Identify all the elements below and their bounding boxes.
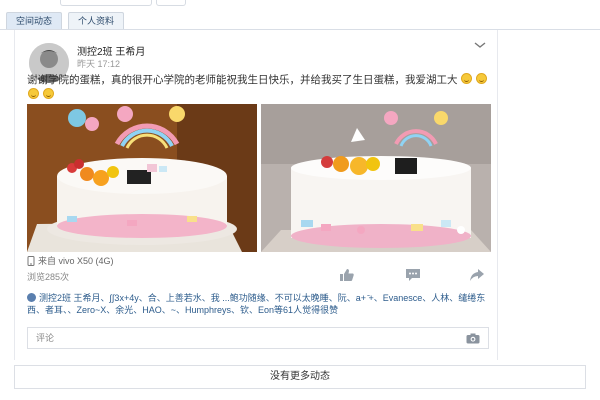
tab-bar: 空间动态 个人资料: [6, 12, 125, 30]
feed-post-card: 测控2班 王希月 昨天 17:12 谢谢学院的蛋糕，真的很开心学院的老师能祝我生…: [14, 30, 498, 360]
tab-space-feed[interactable]: 空间动态: [6, 12, 63, 30]
phone-icon: [27, 255, 35, 266]
top-bar-segment: [60, 0, 152, 6]
post-device: 来自 vivo X50 (4G): [27, 254, 114, 267]
likes-list: 测控2班 王希月、∫∫3x+4y、合、上善若水、我 ...鲍功随缘、不可以太晚睡…: [27, 292, 493, 316]
tab-profile[interactable]: 个人资料: [68, 12, 125, 30]
post-text: 谢谢学院的蛋糕，真的很开心学院的老师能祝我生日快乐，并给我买了生日蛋糕，我爱湖工…: [27, 73, 497, 103]
emoji-icon: [461, 73, 473, 84]
emoji-icon: [28, 88, 39, 99]
cake-photo-image: [261, 104, 491, 252]
emoji-icon: [476, 73, 488, 84]
thumbs-up-icon[interactable]: [339, 268, 355, 282]
post-actions: [15, 268, 499, 282]
post-photo-1[interactable]: [27, 104, 257, 252]
cake-photo-image: [27, 104, 257, 252]
no-more-feed-button[interactable]: 没有更多动态: [14, 365, 586, 389]
comment-icon[interactable]: [405, 268, 421, 282]
post-photo-2[interactable]: [261, 104, 491, 252]
post-device-label: 来自 vivo X50 (4G): [38, 256, 114, 266]
chevron-down-icon[interactable]: [473, 40, 487, 50]
top-bar-segment: [156, 0, 186, 6]
emoji-icon: [42, 88, 54, 99]
top-bar: [0, 0, 600, 6]
camera-icon[interactable]: [466, 333, 480, 344]
comment-input[interactable]: [28, 328, 458, 348]
post-text-content: 谢谢学院的蛋糕，真的很开心学院的老师能祝我生日快乐，并给我买了生日蛋糕，我爱湖工…: [27, 74, 458, 86]
heart-icon: [27, 293, 36, 302]
comment-box[interactable]: [27, 327, 489, 349]
post-time: 昨天 17:12: [77, 59, 121, 69]
likes-text[interactable]: 测控2班 王希月、∫∫3x+4y、合、上善若水、我 ...鲍功随缘、不可以太晚睡…: [27, 293, 485, 315]
share-icon[interactable]: [469, 268, 485, 282]
post-author[interactable]: 测控2班 王希月: [77, 43, 145, 58]
